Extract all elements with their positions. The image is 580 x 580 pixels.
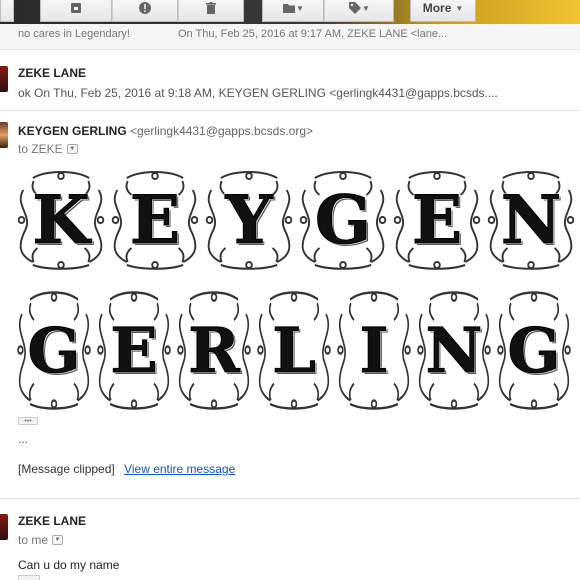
show-details-button[interactable]: ▼ — [52, 535, 64, 545]
trash-icon — [206, 2, 216, 14]
ornamental-letter: G — [14, 290, 94, 410]
archive-button[interactable] — [40, 0, 112, 22]
ornamental-letter-glyph: G — [314, 181, 372, 260]
ornamental-letter: L — [254, 290, 334, 410]
ornamental-letter-glyph: Y — [225, 181, 273, 260]
ornamental-letter-glyph: E — [129, 181, 181, 260]
ornamental-letter: Y — [202, 170, 296, 270]
message-clipped-line: [Message clipped] View entire message — [18, 462, 235, 476]
ornamental-letter: N — [414, 290, 494, 410]
collapsed-message[interactable]: no cares in Legendary! On Thu, Feb 25, 2… — [0, 24, 580, 50]
ornamental-letters-row-2: GERLING — [14, 290, 574, 410]
archive-icon — [71, 3, 81, 13]
ellipsis-text: ... — [18, 432, 29, 446]
ornamental-letter-glyph: N — [500, 181, 562, 260]
ornamental-letter: I — [334, 290, 414, 410]
ornamental-letter-glyph: I — [359, 313, 389, 387]
label-icon — [349, 2, 362, 14]
chevron-down-icon: ▼ — [54, 537, 61, 543]
report-spam-button[interactable] — [112, 0, 178, 22]
folder-icon — [283, 4, 296, 13]
ornamental-letter-glyph: K — [32, 181, 90, 260]
collapsed-snippet-left: no cares in Legendary! — [18, 28, 130, 40]
chevron-down-icon: ▼ — [455, 3, 464, 13]
ornamental-letter-glyph: R — [188, 313, 241, 387]
message-clipped-label: [Message clipped] — [18, 462, 115, 476]
message-body: Can u do my name — [18, 558, 120, 572]
ornamental-letter: N — [484, 170, 578, 270]
sender-name: KEYGEN GERLING <gerlingk4431@gapps.bcsds… — [18, 124, 313, 138]
ornamental-letter-glyph: E — [411, 181, 463, 260]
labels-button[interactable]: ▼ — [324, 0, 394, 22]
ornamental-letter-glyph: N — [425, 313, 483, 387]
dots: ••• — [24, 417, 32, 425]
sender-name-text: KEYGEN GERLING — [18, 124, 127, 138]
ornamental-letter: G — [494, 290, 574, 410]
more-label: More — [422, 1, 452, 15]
chevron-down-icon: ▼ — [296, 3, 304, 13]
recipient-line: to me ▼ — [18, 533, 64, 547]
collapsed-snippet-right: On Thu, Feb 25, 2016 at 9:17 AM, ZEKE LA… — [178, 28, 448, 40]
ornamental-letter-glyph: G — [27, 313, 81, 387]
move-to-button[interactable]: ▼ — [262, 0, 324, 22]
toolbar: ▼ ▼ More ▼ — [0, 0, 580, 24]
avatar — [0, 514, 8, 540]
ornamental-letter: E — [94, 290, 174, 410]
show-details-button[interactable]: ▼ — [66, 144, 78, 154]
ornamental-letter: E — [108, 170, 202, 270]
ornamental-letter-glyph: E — [110, 313, 158, 387]
show-trimmed-content-button[interactable] — [18, 575, 40, 580]
recipient-text: to me — [18, 533, 49, 547]
left-edge-button[interactable] — [0, 0, 14, 22]
recipient-line: to ZEKE ▼ — [18, 142, 78, 156]
sender-email: <gerlingk4431@gapps.bcsds.org> — [130, 124, 314, 138]
view-entire-message-link[interactable]: View entire message — [124, 462, 235, 476]
ornamental-letters-row-1: KEYGEN — [14, 170, 578, 270]
ornamental-letter-glyph: G — [507, 313, 561, 387]
sender-name: ZEKE LANE — [18, 66, 87, 80]
ornamental-letter: E — [390, 170, 484, 270]
ornamental-letter: G — [296, 170, 390, 270]
avatar — [0, 122, 8, 148]
message-snippet: ok On Thu, Feb 25, 2016 at 9:18 AM, KEYG… — [18, 86, 498, 100]
divider — [0, 110, 580, 111]
more-button[interactable]: More ▼ — [410, 0, 476, 22]
ornamental-letter: K — [14, 170, 108, 270]
sender-name: ZEKE LANE — [18, 514, 87, 528]
spam-icon — [139, 2, 151, 14]
ornamental-letter: R — [174, 290, 254, 410]
recipient-text: to ZEKE — [18, 142, 63, 156]
show-trimmed-content-button[interactable]: ••• — [18, 417, 38, 425]
ornamental-letter-glyph: L — [272, 313, 317, 387]
chevron-down-icon: ▼ — [69, 146, 76, 152]
delete-button[interactable] — [178, 0, 244, 22]
avatar — [0, 66, 8, 92]
chevron-down-icon: ▼ — [362, 3, 370, 13]
message-zeke-1[interactable]: ZEKE LANE ok On Thu, Feb 25, 2016 at 9:1… — [0, 52, 580, 112]
divider — [0, 498, 580, 499]
